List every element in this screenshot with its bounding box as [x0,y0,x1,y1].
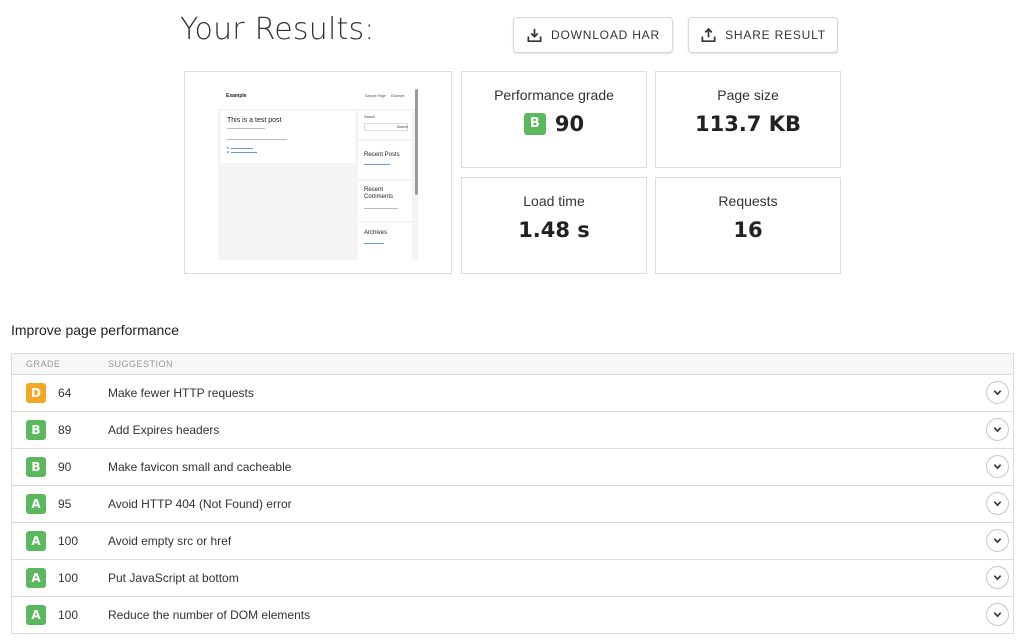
thumb-post: This is a test post [221,111,355,163]
thumb-link-line [364,243,384,244]
expand-button[interactable] [986,381,1009,404]
grade-badge: D [26,383,46,403]
chevron-down-icon [993,390,1002,396]
grade-badge: B [26,457,46,477]
table-row[interactable]: A 100 Reduce the number of DOM elements [12,597,1013,633]
thumb-bullet [227,147,229,149]
column-header-grade: GRADE [26,359,61,369]
thumb-archives-title: Archives [364,230,388,236]
score-value: 64 [58,386,72,400]
thumb-text-line [364,208,398,209]
grade-badge: A [26,568,46,588]
suggestion-text: Make fewer HTTP requests [108,386,254,400]
score-value: 95 [58,497,72,511]
thumb-search-button: Search [396,125,408,129]
thumb-recent-comments-widget: Recent Comments [358,181,412,221]
table-row[interactable]: A 100 Avoid empty src or href [12,523,1013,560]
score-value: 89 [58,423,72,437]
table-row[interactable]: A 100 Put JavaScript at bottom [12,560,1013,597]
score-value: 100 [58,608,79,622]
thumb-header: Example Sample Page Example [218,87,418,109]
thumb-link-line [231,148,253,149]
grade-badge: A [26,531,46,551]
share-result-button[interactable]: SHARE RESULT [688,17,838,53]
grade-badge: A [26,605,46,625]
chevron-down-icon [993,575,1002,581]
grade-badge: A [26,494,46,514]
expand-button[interactable] [986,566,1009,589]
requests-card: Requests 16 [655,177,841,274]
requests-value: 16 [733,218,763,242]
thumb-text-line [227,139,287,140]
grade-badge: B [523,113,546,135]
performance-grade-label: Performance grade [494,87,614,103]
chevron-down-icon [993,501,1002,507]
table-row[interactable]: B 89 Add Expires headers [12,412,1013,449]
score-value: 100 [58,571,79,585]
share-icon [701,27,716,42]
expand-button[interactable] [986,603,1009,626]
thumb-link-line [364,164,390,165]
thumb-nav-item: Sample Page [365,94,387,98]
section-title: Improve page performance [11,322,180,338]
score-value: 90 [58,460,72,474]
score-value: 100 [58,534,79,548]
thumb-recent-comments-title: Recent Comments [364,187,394,200]
thumb-scrollbar [415,89,418,195]
thumb-link-line [231,152,257,153]
suggestions-table: GRADE SUGGESTION D 64 Make fewer HTTP requ… [11,353,1014,634]
expand-button[interactable] [986,492,1009,515]
download-har-label: DOWNLOAD HAR [551,28,660,42]
suggestion-text: Avoid empty src or href [108,534,232,548]
suggestion-text: Add Expires headers [108,423,220,437]
share-result-label: SHARE RESULT [725,28,826,42]
table-row[interactable]: B 90 Make favicon small and cacheable [12,449,1013,486]
chevron-down-icon [993,427,1002,433]
chevron-down-icon [993,612,1002,618]
page-size-value: 113.7 KB [694,112,801,136]
thumb-text-line [227,128,265,129]
thumb-post-title: This is a test post [227,117,282,124]
thumb-search-widget: Search Search [358,111,412,139]
thumb-brand: Example [226,93,247,99]
table-row[interactable]: D 64 Make fewer HTTP requests [12,375,1013,412]
requests-label: Requests [718,193,778,209]
chevron-down-icon [993,464,1002,470]
expand-button[interactable] [986,455,1009,478]
suggestion-text: Make favicon small and cacheable [108,460,292,474]
expand-button[interactable] [986,529,1009,552]
thumb-recent-posts-title: Recent Posts [364,152,400,158]
suggestion-text: Reduce the number of DOM elements [108,608,311,622]
suggestion-text: Put JavaScript at bottom [108,571,239,585]
thumb-bullet [227,151,229,153]
download-icon [527,28,542,42]
thumb-search-label: Search [364,115,376,119]
expand-button[interactable] [986,418,1009,441]
page-size-card: Page size 113.7 KB [655,71,841,168]
performance-grade-value: 90 [554,112,585,136]
thumb-archives-widget: Archives [358,223,412,260]
load-time-value: 1.48 s [518,218,590,242]
thumb-recent-posts-widget: Recent Posts [358,141,412,179]
grade-badge: B [26,420,46,440]
table-row[interactable]: A 95 Avoid HTTP 404 (Not Found) error [12,486,1013,523]
download-har-button[interactable]: DOWNLOAD HAR [513,17,673,53]
page-size-label: Page size [717,87,779,103]
page-screenshot: Example Sample Page Example This is a te… [218,87,418,260]
table-header: GRADE SUGGESTION [12,354,1013,375]
results-title: Your Results: [180,12,375,47]
load-time-card: Load time 1.48 s [461,177,647,274]
load-time-label: Load time [523,193,585,209]
performance-grade-card: Performance grade B 90 [461,71,647,168]
column-header-suggestion: SUGGESTION [108,359,174,369]
thumb-nav-item: Example [391,94,405,98]
chevron-down-icon [993,538,1002,544]
suggestion-text: Avoid HTTP 404 (Not Found) error [108,497,292,511]
